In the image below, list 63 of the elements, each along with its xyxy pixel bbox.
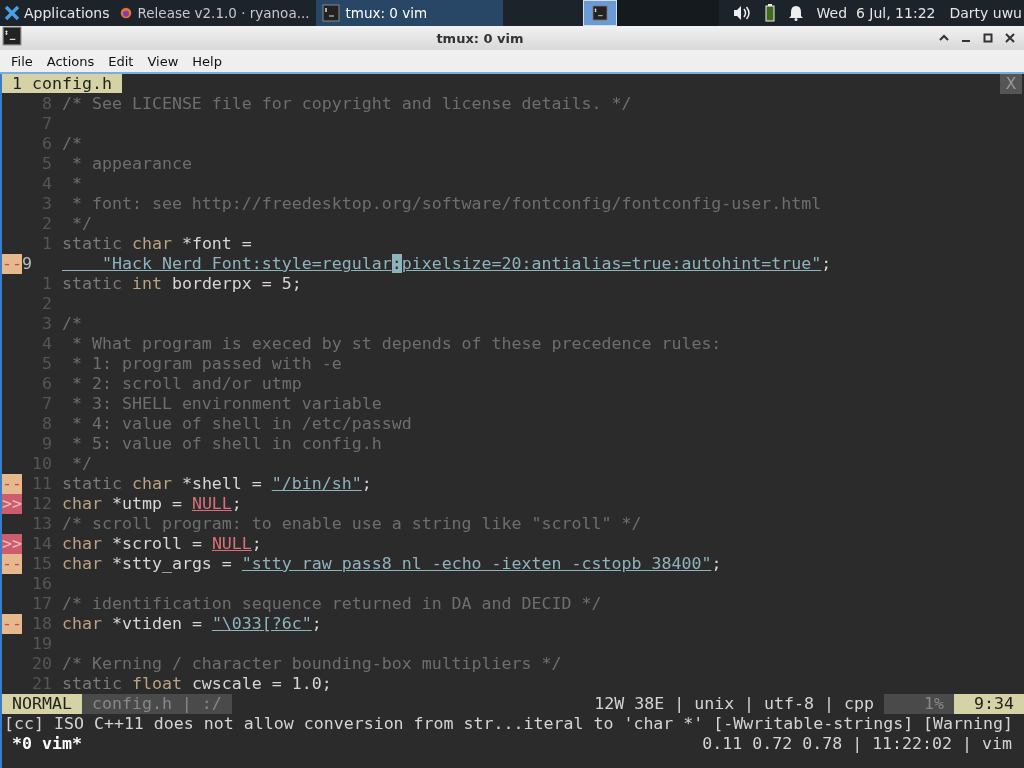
file-info: 12W 38E | unix | utf-8 | cpp — [594, 694, 875, 714]
sign-marker: >> — [2, 494, 22, 514]
x-logo-icon — [4, 5, 20, 21]
scroll-percent: 1% — [884, 694, 954, 714]
bell-icon[interactable] — [788, 5, 803, 21]
code-line: "Hack Nerd Font:style=regular:pixelsize=20:antialias=true:autohint=true"; — [100, 254, 832, 274]
sign-marker: -- — [2, 254, 22, 274]
code-line: */ — [71, 454, 92, 474]
menu-item[interactable]: Help — [185, 53, 229, 69]
code-line: * 5: value of shell in config.h — [71, 434, 382, 454]
menu-item[interactable]: View — [140, 53, 186, 69]
code-line: static int borderpx = 5; — [62, 274, 302, 294]
code-line: /* Kerning / character bounding-box multipliers */ — [62, 654, 562, 674]
file-status: config.h | :/ — [81, 694, 232, 714]
close-button[interactable] — [1004, 32, 1016, 44]
window-title: tmux: 0 vim — [435, 30, 525, 46]
sign-marker: >> — [2, 534, 22, 554]
code-line: static float cwscale = 1.0; — [62, 674, 332, 694]
warning-message: [cc] ISO C++11 does not allow conversion from str...iteral to 'char *' [-Wwritable-strings] [Warning] — [4, 714, 1014, 734]
code-line: * 3: SHELL environment variable — [71, 394, 382, 414]
code-line: char *stty_args = "stty raw pass8 nl -echo -iexten -cstopb 38400"; — [62, 554, 722, 574]
code-line: char *utmp = NULL; — [62, 494, 242, 514]
code-line: * font: see http://freedesktop.org/software/fontconfig/fontconfig-user.html — [71, 194, 822, 214]
user-name[interactable]: Darty uwu — [949, 5, 1022, 21]
code-line: * appearance — [71, 154, 192, 174]
code-line: * What program is execed by st depends of these precedence rules: — [71, 334, 722, 354]
code-line: static char *font = — [62, 234, 252, 254]
terminal-icon — [591, 5, 608, 21]
workspace-button[interactable] — [582, 0, 617, 26]
sign-marker: -- — [2, 554, 22, 574]
buffer-tab[interactable]: 1 config.h — [2, 74, 122, 93]
line-number: 9 — [22, 254, 33, 274]
sign-marker: -- — [2, 474, 22, 494]
menu-item[interactable]: Edit — [101, 53, 141, 69]
clock[interactable]: Wed 6 Jul, 11:22 — [816, 5, 936, 21]
code-line: * — [71, 174, 82, 194]
code-line: * 1: program passed with -e — [71, 354, 342, 374]
tmux-window[interactable]: *0 vim* — [2, 734, 82, 754]
code-line: static char *shell = "/bin/sh"; — [62, 474, 372, 494]
taskbar-button[interactable]: Release v2.1.0 · ryanoa... — [113, 0, 316, 26]
applications-menu[interactable]: Applications — [0, 0, 114, 26]
code-line: char *vtiden = "\033[?6c"; — [62, 614, 322, 634]
code-line: /* scroll program: to enable use a string like "scroll" */ — [62, 514, 642, 534]
menu-item[interactable]: Actions — [39, 53, 102, 69]
speaker-icon[interactable] — [732, 5, 751, 21]
code-line: /* — [62, 314, 82, 334]
workspace-button[interactable] — [616, 0, 651, 26]
terminal-icon — [321, 4, 340, 22]
code-line: */ — [71, 214, 92, 234]
code-line: /* identification sequence returned in DA and DECID */ — [62, 594, 602, 614]
taskbar-button[interactable]: tmux: 0 vim — [315, 0, 503, 26]
code-line: /* — [62, 134, 82, 154]
cursor-position: 9:34 — [954, 694, 1024, 714]
code-line: * 4: value of shell in /etc/passwd — [71, 414, 412, 434]
tmux-status: 0.11 0.72 0.78 | 11:22:02 | vim — [702, 734, 1012, 754]
code-line: char *scroll = NULL; — [62, 534, 262, 554]
mode-indicator: NORMAL — [2, 694, 82, 714]
maximize-button[interactable] — [982, 32, 994, 44]
battery-icon[interactable] — [764, 4, 775, 22]
code-line: /* See LICENSE file for copyright and license details. */ — [62, 94, 632, 114]
menu-item[interactable]: File — [4, 53, 40, 69]
code-line: * 2: scroll and/or utmp — [71, 374, 302, 394]
sign-marker: -- — [2, 614, 22, 634]
